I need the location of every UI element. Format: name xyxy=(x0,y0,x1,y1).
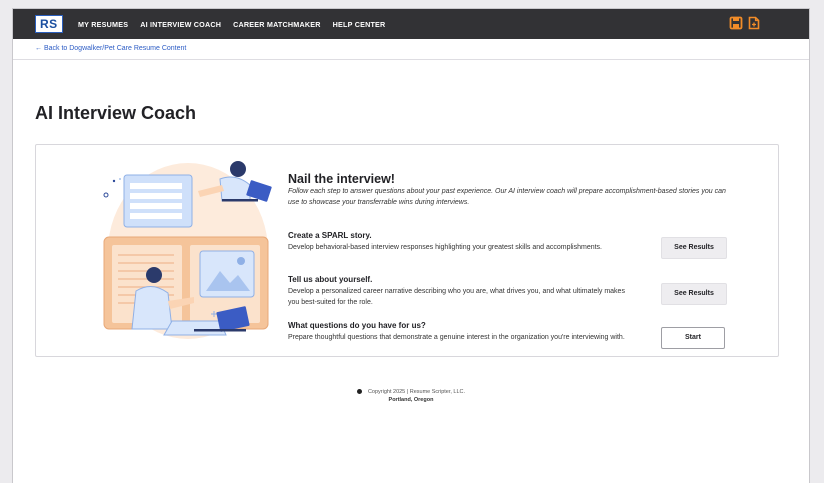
top-navigation-bar: RS MY RESUMES AI INTERVIEW COACH CAREER … xyxy=(13,9,809,39)
nav-career-matchmaker[interactable]: CAREER MATCHMAKER xyxy=(233,20,321,29)
interview-coach-card: Nail the interview! Follow each step to … xyxy=(35,144,779,357)
step-desc-questions: Prepare thoughtful questions that demons… xyxy=(288,334,625,341)
step-title-about-yourself: Tell us about yourself. xyxy=(288,275,373,284)
footer: Copyright 2025 | Resume Scripter, LLC. P… xyxy=(13,389,809,403)
nav-my-resumes[interactable]: MY RESUMES xyxy=(78,20,128,29)
card-heading: Nail the interview! xyxy=(288,172,395,186)
save-icon[interactable] xyxy=(729,16,743,30)
footer-copyright-line: Copyright 2025 | Resume Scripter, LLC. xyxy=(13,389,809,395)
page-title: AI Interview Coach xyxy=(35,103,197,123)
nav-help-center[interactable]: HELP CENTER xyxy=(333,20,386,29)
see-results-button-about-yourself[interactable]: See Results xyxy=(661,283,727,305)
step-desc-sparl: Develop behavioral-based interview respo… xyxy=(288,244,602,251)
interview-illustration xyxy=(103,161,272,339)
footer-logo-icon xyxy=(356,389,362,394)
step-title-questions: What questions do you have for us? xyxy=(288,321,426,330)
see-results-button-sparl[interactable]: See Results xyxy=(661,237,727,259)
nav-ai-interview-coach[interactable]: AI INTERVIEW COACH xyxy=(140,20,221,29)
footer-location: Portland, Oregon xyxy=(388,397,434,403)
back-link[interactable]: ← Back to Dogwalker/Pet Care Resume Cont… xyxy=(35,45,186,52)
card-intro: Follow each step to answer questions abo… xyxy=(288,188,726,206)
step-title-sparl: Create a SPARL story. xyxy=(288,231,372,240)
start-button[interactable]: Start xyxy=(661,327,725,349)
app-window: RS MY RESUMES AI INTERVIEW COACH CAREER … xyxy=(13,9,809,483)
step-desc-about-yourself: Develop a personalized career narrative … xyxy=(288,288,625,306)
footer-copyright: Copyright 2025 | Resume Scripter, LLC. xyxy=(367,389,466,395)
nav-links: MY RESUMES AI INTERVIEW COACH CAREER MAT… xyxy=(78,9,397,39)
document-icon[interactable] xyxy=(747,16,761,30)
logo[interactable]: RS xyxy=(35,15,63,33)
back-bar: ← Back to Dogwalker/Pet Care Resume Cont… xyxy=(13,39,809,60)
